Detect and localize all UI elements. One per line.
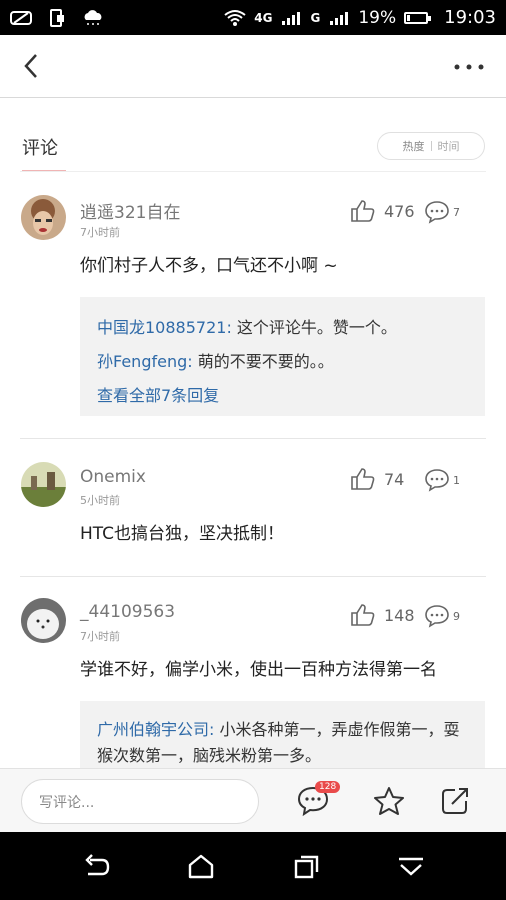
reply-text: 这个评论牛。赞一个。 xyxy=(231,318,397,337)
reply-text: 萌的不要不要的。。 xyxy=(192,352,334,371)
share-icon[interactable] xyxy=(439,785,473,817)
like-icon xyxy=(351,604,375,626)
comment-time: 5小时前 xyxy=(80,494,120,507)
back-icon[interactable] xyxy=(18,49,48,83)
sort-time[interactable]: 时间 xyxy=(438,138,460,154)
avatar[interactable] xyxy=(21,195,66,240)
top-nav xyxy=(0,35,506,98)
username[interactable]: _44109563 xyxy=(80,602,175,622)
nav-home-icon[interactable] xyxy=(186,852,216,882)
view-all-replies-link[interactable]: 查看全部7条回复 xyxy=(97,379,468,413)
signal-icon-2 xyxy=(328,9,350,27)
wifi-icon xyxy=(224,9,246,27)
reply-username[interactable]: 中国龙10885721: xyxy=(97,318,232,337)
like-icon xyxy=(351,200,375,222)
clock: 19:03 xyxy=(444,7,496,28)
no-sim-icon xyxy=(10,9,32,27)
sort-hot[interactable]: 热度 xyxy=(403,138,425,154)
tab-comments[interactable]: 评论 xyxy=(22,134,58,160)
comment-text: 你们村子人不多，口气还不小啊 ~ xyxy=(80,256,338,276)
avatar[interactable] xyxy=(21,598,66,643)
network-type-label-2: G xyxy=(310,10,321,25)
reply-item: 中国龙10885721: 这个评论牛。赞一个。 xyxy=(97,311,468,345)
reply-button[interactable]: 7 xyxy=(424,200,460,224)
username[interactable]: 逍遥321自在 xyxy=(80,198,180,223)
network-type-label: 4G xyxy=(254,10,273,25)
phone-icon xyxy=(46,8,68,27)
comment-input[interactable]: 写评论... xyxy=(21,779,259,824)
header-divider xyxy=(20,171,486,172)
like-count: 148 xyxy=(384,605,415,625)
like-icon xyxy=(351,468,375,490)
reply-count: 9 xyxy=(453,609,460,623)
reply-button[interactable]: 1 xyxy=(424,468,460,492)
replies-box[interactable]: 中国龙10885721: 这个评论牛。赞一个。 孙Fengfeng: 萌的不要不… xyxy=(80,297,485,416)
reply-icon xyxy=(425,605,449,628)
reply-item: 广州伯翰宇公司: 小米各种第一，弄虚作假第一，耍猴次数第一，脑残米粉第一多。 xyxy=(97,717,468,768)
reply-icon xyxy=(425,201,449,224)
battery-icon xyxy=(404,11,432,24)
reply-username[interactable]: 孙Fengfeng: xyxy=(97,352,193,371)
status-bar: 4G G 19% 19:03 xyxy=(0,0,506,35)
comments-header: 评论 热度 时间 xyxy=(0,98,506,173)
comment-text: 学谁不好，偏学小米，使出一百种方法得第一名 xyxy=(80,660,437,680)
like-count: 476 xyxy=(384,201,415,221)
bottom-bar: 写评论... 128 xyxy=(0,768,506,832)
star-icon[interactable] xyxy=(372,785,406,817)
replies-box[interactable]: 广州伯翰宇公司: 小米各种第一，弄虚作假第一，耍猴次数第一，脑残米粉第一多。 xyxy=(80,701,485,768)
comment-divider xyxy=(20,438,486,439)
reply-item: 孙Fengfeng: 萌的不要不要的。。 xyxy=(97,345,468,379)
weather-icon xyxy=(82,9,104,27)
like-count: 74 xyxy=(384,469,405,489)
reply-username[interactable]: 广州伯翰宇公司: xyxy=(97,720,214,739)
comment-time: 7小时前 xyxy=(80,226,120,239)
comment-text: HTC也搞台独，坚决抵制！ xyxy=(80,524,285,544)
comment-item: _44109563 7小时前 148 9 学谁不好，偏学小米，使出一百种方法得第… xyxy=(0,577,506,768)
reply-icon xyxy=(425,469,449,492)
like-button[interactable]: 74 xyxy=(350,467,404,491)
avatar[interactable] xyxy=(21,462,66,507)
nav-back-icon[interactable] xyxy=(81,852,111,882)
system-nav-bar xyxy=(0,832,506,900)
comment-count-badge: 128 xyxy=(315,781,341,793)
signal-icon xyxy=(280,9,302,27)
comment-time: 7小时前 xyxy=(80,630,120,643)
nav-recent-icon[interactable] xyxy=(292,852,322,882)
comment-item: 逍遥321自在 7小时前 476 7 你们村子人不多，口气还不小啊 ~ 中国龙1… xyxy=(0,173,506,439)
nav-hide-icon[interactable] xyxy=(396,852,426,882)
reply-count: 7 xyxy=(453,205,460,219)
sort-separator xyxy=(430,141,432,151)
reply-button[interactable]: 9 xyxy=(424,604,460,628)
comment-item: Onemix 5小时前 74 1 HTC也搞台独，坚决抵制！ xyxy=(0,440,506,577)
like-button[interactable]: 148 xyxy=(350,603,415,627)
comment-input-placeholder: 写评论... xyxy=(39,794,95,811)
sort-toggle[interactable]: 热度 时间 xyxy=(377,132,485,160)
like-button[interactable]: 476 xyxy=(350,199,415,223)
username[interactable]: Onemix xyxy=(80,467,146,487)
battery-percent: 19% xyxy=(358,7,397,28)
reply-count: 1 xyxy=(453,473,460,487)
more-icon[interactable] xyxy=(452,57,486,77)
